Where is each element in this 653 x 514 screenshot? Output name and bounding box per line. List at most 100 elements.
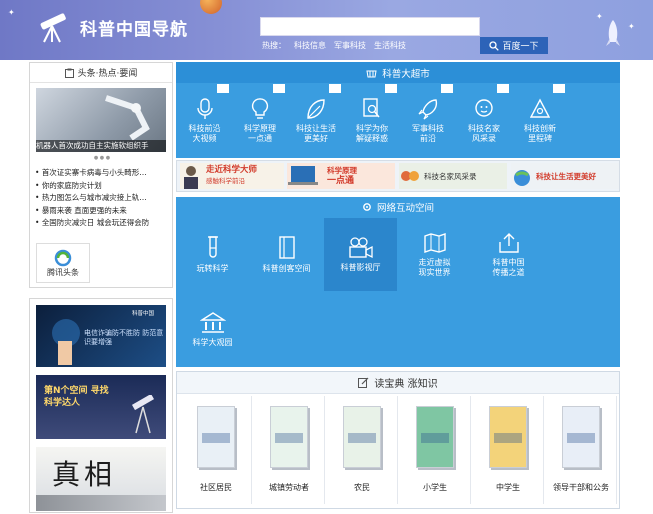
ad-banner-space[interactable]: 第N个空间 寻找科学达人 bbox=[36, 375, 166, 439]
market-item-answers[interactable]: 科学为你 解疑释惑 bbox=[345, 84, 399, 157]
badge bbox=[441, 84, 453, 93]
tencent-logo-icon bbox=[54, 249, 72, 266]
star-icon: ✦ bbox=[8, 8, 15, 17]
book-item[interactable]: 小学生 bbox=[399, 396, 471, 504]
scientist-portrait-icon bbox=[184, 166, 198, 189]
banner-masters[interactable]: 走近科学大师 感触科学前沿 bbox=[180, 163, 284, 189]
badge bbox=[553, 84, 565, 93]
book-label: 中学生 bbox=[496, 483, 520, 492]
map-icon bbox=[423, 232, 446, 253]
interaction-item-label: 科普中国 传播之道 bbox=[492, 257, 525, 277]
interaction-item-label: 走近虚拟 现实世界 bbox=[418, 257, 451, 277]
book-label: 小学生 bbox=[423, 483, 447, 492]
interaction-item-film-hall[interactable]: 科普影视厅 bbox=[324, 218, 397, 291]
gear-icon bbox=[363, 203, 371, 211]
book-label: 领导干部和公务 bbox=[553, 483, 609, 492]
telescope-icon bbox=[40, 13, 66, 43]
market-title: 科普大超市 bbox=[382, 68, 430, 80]
tencent-news-link[interactable]: 腾讯头条 bbox=[36, 243, 90, 283]
interaction-title: 网络互动空间 bbox=[376, 203, 434, 214]
news-item[interactable]: 热力图怎么与城市减灾接上轨… bbox=[35, 192, 174, 205]
banner-principle[interactable]: 科学原理 一点通 bbox=[287, 163, 395, 189]
notebook-icon bbox=[278, 235, 295, 259]
ad-tag: 科普中国 bbox=[132, 311, 155, 317]
ad-text: 第N个空间 寻找科学达人 bbox=[44, 386, 109, 408]
market-item-milestones[interactable]: 科技创新 里程碑 bbox=[513, 84, 567, 157]
book-item[interactable]: 中学生 bbox=[472, 396, 544, 504]
badge bbox=[217, 84, 229, 93]
market-item-label: 科学原理 一点通 bbox=[244, 123, 276, 143]
book-item[interactable]: 社区居民 bbox=[180, 396, 252, 504]
banner-subtitle: 感触科学前沿 bbox=[206, 177, 245, 185]
carousel-dots[interactable]: ● ● ● bbox=[30, 155, 174, 161]
interaction-item-label: 玩转科学 bbox=[196, 263, 229, 273]
headline-photo[interactable]: 机器人首次成功自主实施软组织手 bbox=[36, 88, 166, 152]
interaction-item-maker-space[interactable]: 科普创客空间 bbox=[250, 218, 323, 291]
document-search-icon bbox=[363, 97, 380, 117]
microphone-icon bbox=[196, 97, 213, 119]
search-icon bbox=[489, 40, 500, 51]
ad-banner-truth[interactable]: 真相 bbox=[36, 447, 166, 511]
speech-people-icon bbox=[401, 171, 419, 181]
book-cover-title bbox=[348, 433, 376, 443]
banner-subtitle: 一点通 bbox=[327, 176, 355, 186]
market-item-label: 科技前沿 大视频 bbox=[188, 123, 221, 143]
market-item-scientists[interactable]: 科技名家 风采录 bbox=[457, 84, 511, 157]
news-item[interactable]: 首次证实寨卡病毒与小头畸形… bbox=[35, 167, 174, 180]
lightbulb-icon bbox=[251, 97, 269, 119]
book-item[interactable]: 领导干部和公务 bbox=[545, 396, 617, 504]
market-item-frontier-video[interactable]: 科技前沿 大视频 bbox=[178, 84, 231, 157]
telescope-image bbox=[131, 395, 155, 434]
market-item-label: 科技名家 风采录 bbox=[468, 123, 500, 143]
interaction-item-label: 科普影视厅 bbox=[340, 262, 381, 272]
market-item-label: 科技让生活 更美好 bbox=[296, 123, 336, 143]
news-item[interactable]: 全国防灾减灾日 城会玩还得会防 bbox=[35, 217, 174, 230]
news-item[interactable]: 暴雨来袭 直面更强的未来 bbox=[35, 205, 174, 218]
banner-title: 科技名家风采录 bbox=[424, 171, 477, 181]
banner-famous-scientists[interactable]: 科技名家风采录 bbox=[399, 163, 507, 189]
building-icon bbox=[199, 312, 226, 333]
interaction-item-label: 科学大观园 bbox=[192, 338, 233, 347]
book-item[interactable]: 农民 bbox=[326, 396, 398, 504]
site-logo[interactable]: 科普中国导航 bbox=[34, 10, 188, 44]
headline-panel: 头条·热点·要闻 机器人首次成功自主实施软组织手 ● ● ● 首次证实寨卡病毒与… bbox=[29, 62, 173, 288]
clipboard-icon bbox=[64, 68, 74, 78]
book-label: 农民 bbox=[354, 483, 370, 492]
site-header: ✦ ✦ ✦ ✦ 科普中国导航 热搜： 科技信息 军事科技 生活科技 百度一下 bbox=[0, 0, 653, 60]
interaction-item-vr[interactable]: 走近虚拟 现实世界 bbox=[398, 218, 471, 291]
banner-better-life[interactable]: 科技让生活更美好 bbox=[511, 163, 619, 189]
hot-link[interactable]: 生活科技 bbox=[374, 40, 406, 51]
search-button[interactable]: 百度一下 bbox=[480, 37, 548, 54]
book-cover bbox=[489, 406, 527, 468]
hot-link[interactable]: 科技信息 bbox=[294, 40, 326, 51]
news-item[interactable]: 你的家庭防灾计划 bbox=[35, 180, 174, 193]
headline-caption: 机器人首次成功自主实施软组织手 bbox=[36, 140, 166, 152]
ad-text: 真相 bbox=[52, 458, 117, 491]
reader-title: 读宝典 涨知识 bbox=[374, 379, 438, 390]
interaction-item-communication[interactable]: 科普中国 传播之道 bbox=[472, 218, 545, 291]
market-item-principle[interactable]: 科学原理 一点通 bbox=[233, 84, 287, 157]
interaction-item-play-science[interactable]: 玩转科学 bbox=[176, 218, 249, 291]
book-item[interactable]: 城镇劳动者 bbox=[253, 396, 325, 504]
hot-link[interactable]: 军事科技 bbox=[334, 40, 366, 51]
badge bbox=[329, 84, 341, 93]
market-item-life[interactable]: 科技让生活 更美好 bbox=[289, 84, 343, 157]
book-cover-title bbox=[567, 433, 595, 443]
interaction-grid-empty bbox=[546, 218, 620, 291]
market-item-military[interactable]: 军事科技 前沿 bbox=[401, 84, 455, 157]
book-cover-title bbox=[421, 433, 449, 443]
headline-section-title: 头条·热点·要闻 bbox=[30, 63, 172, 83]
book-cover-title bbox=[275, 433, 303, 443]
book-cover-title bbox=[494, 433, 522, 443]
search-input[interactable] bbox=[260, 17, 480, 36]
market-item-label: 科学为你 解疑释惑 bbox=[356, 123, 388, 143]
book-cover bbox=[416, 406, 454, 468]
interaction-item-science-park[interactable]: 科学大观园 bbox=[176, 292, 249, 366]
ad-banner-fraud[interactable]: 电信诈骗防不胜防 防范意识要增强 科普中国 bbox=[36, 305, 166, 367]
news-list: 首次证实寨卡病毒与小头畸形… 你的家庭防灾计划 热力图怎么与城市减灾接上轨… 暴… bbox=[30, 167, 174, 230]
globe-icon bbox=[514, 170, 530, 186]
book-cover bbox=[197, 406, 235, 468]
reader-title-bar: 读宝典 涨知识 bbox=[177, 372, 619, 394]
person-icon bbox=[475, 98, 493, 117]
feature-banner-strip: 走近科学大师 感触科学前沿 科学原理 一点通 科技名家风采录 科技让生活更美好 bbox=[176, 160, 620, 192]
